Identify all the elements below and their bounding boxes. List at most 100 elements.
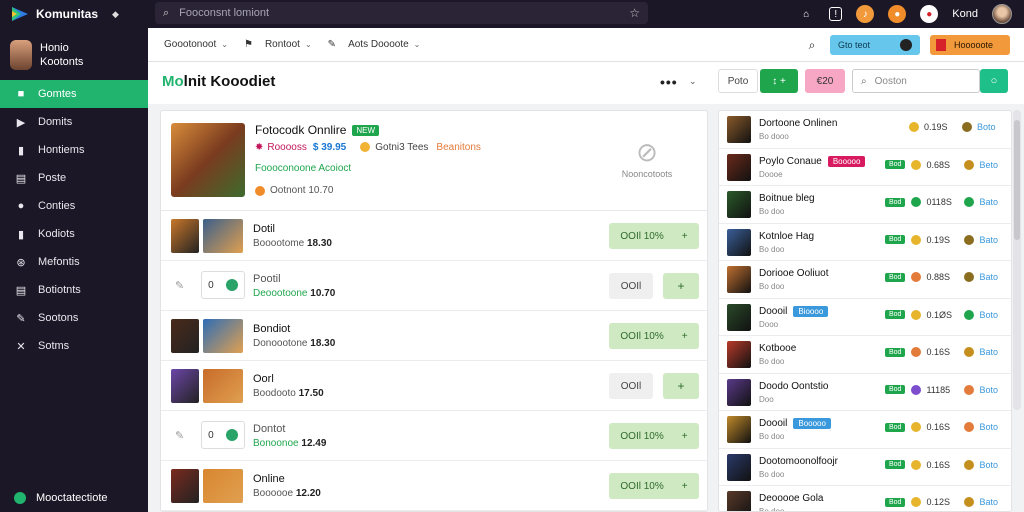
blue-pill-button[interactable]: Gto teot [830,35,920,55]
featured-game[interactable]: Fotocodk Onnlire NEW ✸ Rooooss $ 39.95 G… [161,111,707,211]
table-row[interactable]: Bondiot Donoootone 18.30 OOIl 10% + [161,311,707,361]
quantity-box[interactable]: 0 [201,271,245,299]
ranking-link[interactable]: Boto [977,122,996,132]
ranking-link[interactable]: Boto [979,385,998,395]
profile-badge-icon[interactable]: ● [920,5,939,23]
list-item[interactable]: Deooooe Gola Bo doo Bod 0.12S Bato [719,486,1011,511]
add-button-label: OOIl 10% [620,480,664,492]
sidebar-item-3[interactable]: ▤ Poste [0,164,148,192]
add-button[interactable]: + [663,273,699,299]
list-item[interactable]: Boitnue bleg Bo doo Bod 0118S Bato [719,186,1011,224]
list-item[interactable]: Poylo Conaue Booooo Doooe Bod 0.68S Beto [719,149,1011,186]
star-icon[interactable]: ☆ [629,6,640,20]
filter-dropdown-3[interactable]: ✎ Aots Doooote ⌄ [328,39,421,50]
sidebar-item-4[interactable]: ● Conties [0,192,148,220]
list-item[interactable]: Doodo Oontstio Doo Bod 11185 Boto [719,374,1011,411]
table-row[interactable]: Dotil Booootome 18.30 OOIl 10% + [161,211,707,261]
chat-bubble-icon[interactable]: ✎ [175,279,184,292]
ranking-link[interactable]: Bato [979,272,998,282]
brand[interactable]: Komunitas ◆ [0,7,148,21]
shield-icon[interactable]: ! [829,7,843,21]
sidebar-item-8[interactable]: ✎ Sootons [0,304,148,332]
medal-icon [964,159,975,170]
scrollbar-thumb[interactable] [1014,120,1020,240]
sidebar-item-2[interactable]: ▮ Hontiems [0,136,148,164]
ranking-value: 0.12S [926,497,950,507]
list-item[interactable]: Doriooe Ooliuot Bo doo Bod 0.88S Bato [719,261,1011,299]
list-item[interactable]: Doooil Bioooo Dooo Bod 0.1ØS Boto [719,299,1011,336]
ranking-link[interactable]: Bato [979,197,998,207]
ranking-name-text: Deooooe Gola [759,493,824,504]
top-bar: Komunitas ◆ ⌕ Fooconsnt lomiont ☆ ⌂ ! ♪ … [0,0,1024,28]
ranking-link[interactable]: Bato [979,235,998,245]
sort-button[interactable]: ↕ + [760,69,798,93]
option-button[interactable]: OOIl [609,273,653,299]
search-icon: ⌕ [861,75,867,87]
gem-icon: ✸ [255,142,264,153]
sidebar-user[interactable]: Honio Kootonts [0,28,148,80]
filter-dropdown-2[interactable]: ⚑ Rontoot ⌄ [244,39,312,50]
chat-bubble-icon[interactable]: ✎ [175,429,184,442]
caret-down-icon[interactable]: ◆ [112,9,119,20]
table-row[interactable]: ✎ 0 Dontot Bonoonoe 12.49 OOIl 10% + [161,411,707,461]
add-button[interactable]: + [663,373,699,399]
home-icon[interactable]: ⌂ [797,5,815,23]
filter-dropdown-1[interactable]: Goootonoot ⌄ [164,39,228,50]
notification-icon[interactable]: ♪ [856,5,875,23]
sidebar-footer[interactable]: Mooctatectiote [14,492,108,504]
filter-bar-actions: ⌕ Gto teot Hooooote [804,35,1010,55]
ranking-link[interactable]: Beto [979,160,998,170]
sidebar-item-1[interactable]: ▶ Domits [0,108,148,136]
sidebar-item-5[interactable]: ▮ Kodiots [0,220,148,248]
price-button[interactable]: €20 [805,69,845,93]
green-badge: Bod [885,310,906,319]
global-search-input[interactable]: ⌕ Fooconsnt lomiont ☆ [155,2,648,24]
add-to-cart-button[interactable]: OOIl 10% + [609,223,699,249]
game-thumbnail [727,153,751,181]
more-menu-icon[interactable]: ••• [660,74,678,90]
ranking-link[interactable]: Boto [979,310,998,320]
game-list: Fotocodk Onnlire NEW ✸ Rooooss $ 39.95 G… [160,110,708,512]
list-item[interactable]: Dootomoonolfoojr Bo doo Bod 0.16S Boto [719,449,1011,486]
table-row[interactable]: Online Boooooe 12.20 OOIl 10% + [161,461,707,511]
add-to-cart-button[interactable]: OOIl 10% + [609,323,699,349]
ranking-stats: Bod 0.16S Boto [885,459,998,470]
filter-button[interactable]: Poto [718,69,758,93]
list-item[interactable]: Dortoone Onlinen Bo dooo 0.19S Boto [719,111,1011,149]
list-search-input[interactable]: ⌕ Ooston [852,69,980,93]
avatar[interactable] [992,4,1012,24]
list-item[interactable]: Doooil Booooo Bo doo Bod 0.16S Boto [719,411,1011,449]
add-to-cart-button[interactable]: OOIl 10% + [609,473,699,499]
sidebar-item-7[interactable]: ▤ Botiotnts [0,276,148,304]
featured-game-image [171,123,245,197]
search-icon[interactable]: ⌕ [804,37,820,53]
sidebar-item-6[interactable]: ⊛ Mefontis [0,248,148,276]
ranking-link[interactable]: Boto [979,460,998,470]
ranking-link[interactable]: Bato [979,347,998,357]
top-actions: ⌂ ! ♪ ● ● Kond [797,0,1012,28]
coin-icon[interactable]: ● [888,5,907,23]
page-title-rest: lnit Kooodiet [183,73,276,90]
sidebar-item-9[interactable]: ✕ Sotms [0,332,148,360]
list-item[interactable]: Kotnloe Hag Bo doo Bod 0.19S Bato [719,224,1011,261]
table-row[interactable]: ✎ 0 Pootil Deoootoone 10.70 OOIl + [161,261,707,311]
ranking-link[interactable]: Boto [979,422,998,432]
option-button[interactable]: OOIl [609,373,653,399]
medal-icon [964,347,975,357]
chevron-down-icon[interactable]: ⌄ [689,76,697,87]
new-badge: NEW [352,124,380,136]
quantity-box[interactable]: 0 [201,421,245,449]
username[interactable]: Kond [952,8,978,20]
featured-side[interactable]: ⊘ Nooncotoots [607,135,687,179]
orange-pill-button[interactable]: Hooooote [930,35,1010,55]
sidebar-item-label: Domits [38,116,73,128]
table-row[interactable]: Oorl Boodooto 17.50 OOIl + [161,361,707,411]
sidebar-nav: ■ Gomtes ▶ Domits ▮ Hontiems ▤ Poste ● Conties ▮ Ko… [0,80,148,360]
game-thumbnail [171,319,199,353]
search-submit-button[interactable]: ○ [980,69,1008,93]
add-to-cart-button[interactable]: OOIl 10% + [609,423,699,449]
list-item[interactable]: Kotbooe Bo doo Bod 0.16S Bato [719,336,1011,374]
nav-icon: ▤ [15,172,27,185]
ranking-link[interactable]: Bato [979,497,998,507]
sidebar-item-0[interactable]: ■ Gomtes [0,80,148,108]
